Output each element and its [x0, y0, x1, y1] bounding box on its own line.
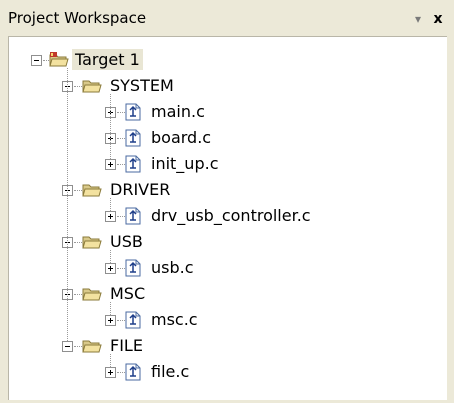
tree-connector	[67, 68, 68, 341]
c-source-file-icon	[125, 259, 141, 277]
tree-group-file[interactable]: FILE	[107, 335, 146, 356]
tree-connector	[110, 94, 111, 159]
close-icon[interactable]: x	[430, 11, 446, 27]
tree-file-item[interactable]: file.c	[148, 361, 192, 382]
project-tree[interactable]: Target 1 SYSTEM main.c board.c init_up.c DRIV…	[8, 36, 447, 400]
c-source-file-icon	[125, 363, 141, 381]
tree-connector	[110, 198, 111, 211]
tree-file-item[interactable]: usb.c	[148, 257, 197, 278]
target-folder-icon	[49, 52, 69, 67]
project-workspace-panel: Project Workspace ▾ x Target 1 SYSTEM main…	[2, 2, 452, 401]
panel-title: Project Workspace	[8, 9, 147, 27]
tree-root-target-1[interactable]: Target 1	[72, 49, 143, 70]
c-source-file-icon	[125, 207, 141, 225]
expand-toggle-file[interactable]	[105, 315, 116, 326]
tree-file-item[interactable]: board.c	[148, 127, 214, 148]
folder-icon	[82, 288, 102, 301]
expand-toggle-file[interactable]	[105, 159, 116, 170]
tree-group-msc[interactable]: MSC	[107, 283, 148, 304]
tree-file-item[interactable]: main.c	[148, 101, 208, 122]
dropdown-arrow-icon[interactable]: ▾	[410, 11, 426, 27]
tree-file-item[interactable]: init_up.c	[148, 153, 221, 174]
c-source-file-icon	[125, 311, 141, 329]
folder-icon	[82, 184, 102, 197]
expand-toggle-file[interactable]	[105, 263, 116, 274]
folder-icon	[82, 236, 102, 249]
c-source-file-icon	[125, 155, 141, 173]
panel-titlebar: Project Workspace ▾ x	[2, 2, 452, 36]
c-source-file-icon	[125, 129, 141, 147]
c-source-file-icon	[125, 103, 141, 121]
tree-connector	[110, 354, 111, 367]
collapse-toggle-file[interactable]	[62, 341, 73, 352]
collapse-toggle-target[interactable]	[31, 55, 42, 66]
folder-icon	[82, 340, 102, 353]
tree-file-item[interactable]: msc.c	[148, 309, 201, 330]
tree-connector	[110, 250, 111, 263]
tree-group-system[interactable]: SYSTEM	[107, 75, 177, 96]
tree-group-usb[interactable]: USB	[107, 231, 146, 252]
tree-connector	[110, 302, 111, 315]
tree-group-driver[interactable]: DRIVER	[107, 179, 173, 200]
tree-file-item[interactable]: drv_usb_controller.c	[148, 205, 314, 226]
expand-toggle-file[interactable]	[105, 211, 116, 222]
folder-icon	[82, 80, 102, 93]
expand-toggle-file[interactable]	[105, 367, 116, 378]
